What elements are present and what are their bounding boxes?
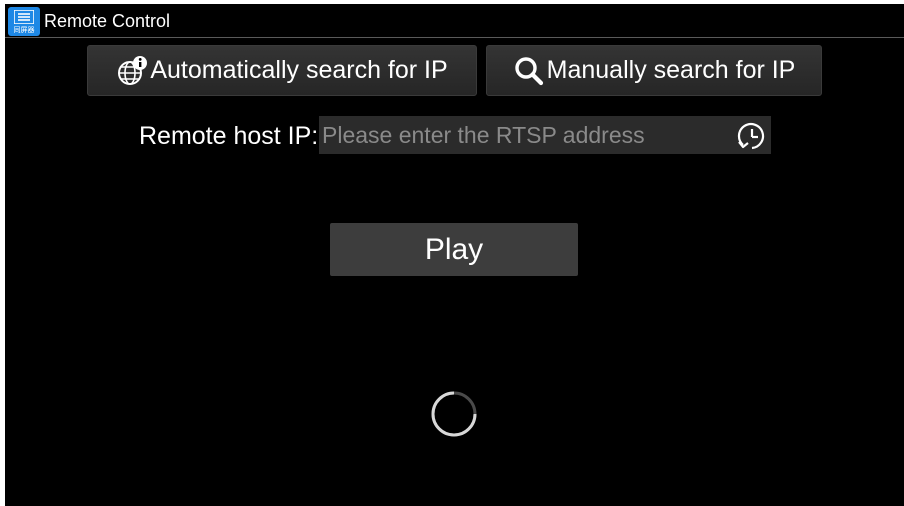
auto-search-ip-button[interactable]: Automatically search for IP [87,45,477,96]
remote-host-ip-label: Remote host IP: [139,122,319,150]
globe-info-icon [118,55,148,85]
search-icon [514,56,543,85]
history-button[interactable] [734,119,770,153]
loading-spinner-icon [431,391,477,437]
auto-search-label: Automatically search for IP [150,56,448,84]
history-clock-icon [737,122,765,150]
app-title: Remote Control [44,11,171,31]
app-icon-caption: 同屏器 [13,26,35,34]
remote-control-app-icon: 同屏器 [8,7,40,36]
play-button[interactable]: Play [330,223,578,276]
app-screen: 同屏器 Remote Control Automatically search … [5,4,904,506]
list-icon [14,10,34,24]
title-bar: 同屏器 Remote Control [5,4,904,38]
manual-search-label: Manually search for IP [546,56,796,84]
rtsp-address-input[interactable] [319,116,771,154]
manual-search-ip-button[interactable]: Manually search for IP [486,45,822,96]
